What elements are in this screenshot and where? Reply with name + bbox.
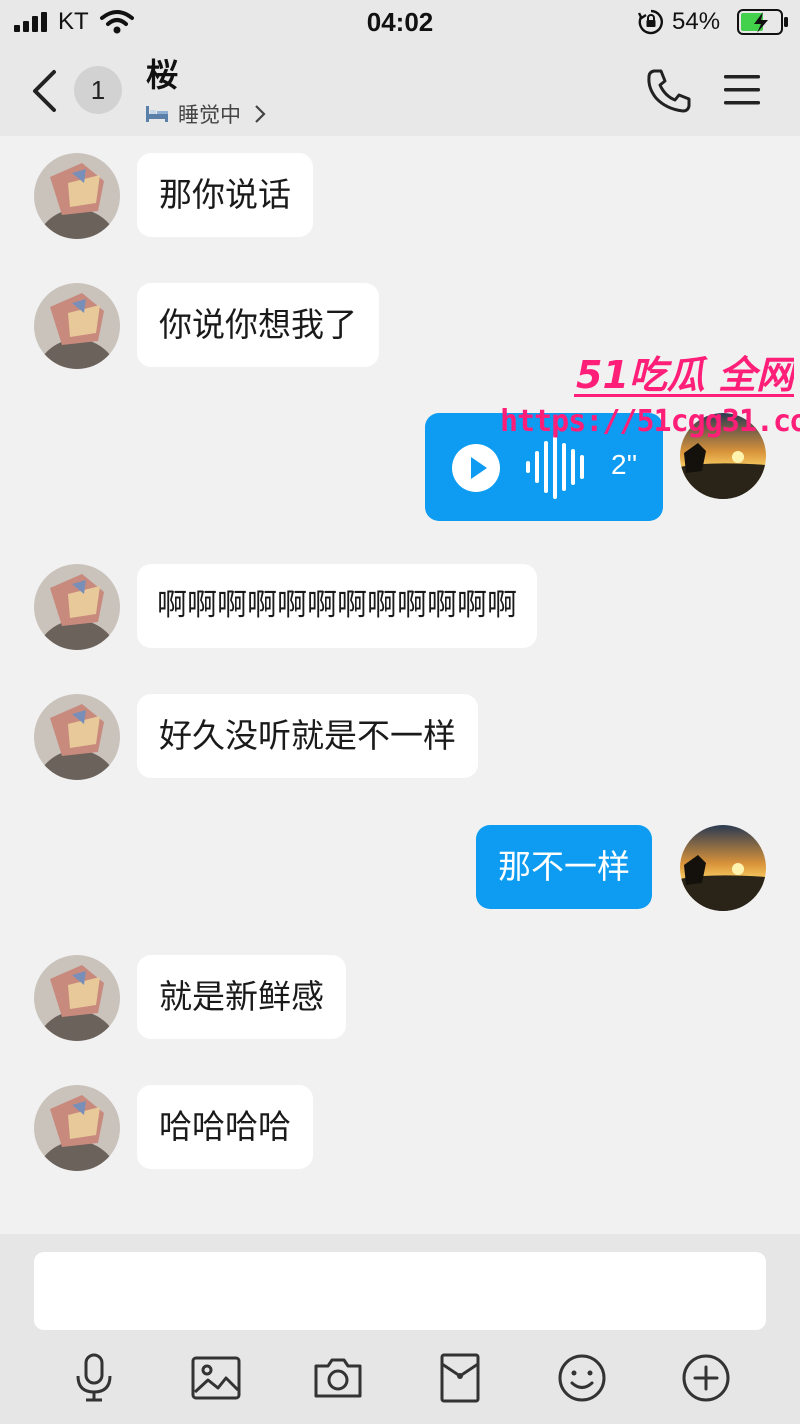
my-avatar[interactable] bbox=[680, 825, 766, 911]
message-text: 就是新鲜感 bbox=[159, 977, 324, 1016]
contact-avatar[interactable] bbox=[34, 564, 120, 650]
contact-status[interactable]: 睡觉中 bbox=[146, 100, 267, 128]
voice-duration: 2'' bbox=[611, 449, 638, 480]
message-text: 你说你想我了 bbox=[159, 305, 357, 344]
incoming-message-bubble[interactable]: 就是新鲜感 bbox=[137, 955, 346, 1039]
contact-avatar[interactable] bbox=[34, 1085, 120, 1171]
message-list[interactable]: 那你说话 你说你想我了 2'' 啊啊啊啊啊啊啊啊啊啊啊啊 好久没听就是不一样 那… bbox=[0, 136, 800, 1340]
microphone-icon[interactable] bbox=[68, 1352, 120, 1404]
incoming-message-bubble[interactable]: 好久没听就是不一样 bbox=[137, 694, 478, 778]
watermark-logo-text: 51吃瓜 全网首发 bbox=[576, 353, 794, 397]
outgoing-message-bubble[interactable]: 那不一样 bbox=[476, 825, 652, 909]
battery-percent: 54% bbox=[672, 8, 721, 35]
red-packet-icon[interactable] bbox=[434, 1352, 486, 1404]
add-icon[interactable] bbox=[680, 1352, 732, 1404]
bed-icon bbox=[146, 106, 168, 122]
contact-avatar[interactable] bbox=[34, 694, 120, 780]
incoming-message-bubble[interactable]: 那你说话 bbox=[137, 153, 313, 237]
status-bar: KT 04:02 54% bbox=[0, 0, 800, 44]
play-icon[interactable] bbox=[451, 443, 501, 493]
contact-avatar[interactable] bbox=[34, 955, 120, 1041]
orientation-lock-icon bbox=[638, 9, 663, 35]
back-chevron-icon[interactable] bbox=[26, 68, 62, 114]
incoming-message-bubble[interactable]: 啊啊啊啊啊啊啊啊啊啊啊啊 bbox=[137, 564, 537, 648]
unread-count-badge[interactable]: 1 bbox=[74, 66, 122, 114]
message-text: 好久没听就是不一样 bbox=[159, 716, 456, 755]
camera-icon[interactable] bbox=[312, 1352, 364, 1404]
battery-charging-icon bbox=[737, 9, 788, 35]
incoming-message-bubble[interactable]: 你说你想我了 bbox=[137, 283, 379, 367]
image-icon[interactable] bbox=[190, 1352, 242, 1404]
composer-bar bbox=[0, 1234, 800, 1424]
phone-icon[interactable] bbox=[646, 68, 692, 114]
waveform-icon bbox=[526, 435, 584, 499]
chat-header: 1 桜 睡觉中 bbox=[0, 44, 800, 136]
message-input[interactable] bbox=[34, 1252, 766, 1330]
status-text: 睡觉中 bbox=[178, 103, 241, 127]
contact-name[interactable]: 桜 bbox=[146, 50, 178, 96]
incoming-message-bubble[interactable]: 哈哈哈哈 bbox=[137, 1085, 313, 1169]
watermark-url: https://51cgg31.com bbox=[500, 404, 800, 439]
contact-avatar[interactable] bbox=[34, 283, 120, 369]
chevron-right-icon bbox=[255, 105, 266, 123]
message-text: 哈哈哈哈 bbox=[159, 1107, 291, 1146]
message-text: 那不一样 bbox=[498, 847, 630, 886]
emoji-icon[interactable] bbox=[556, 1352, 608, 1404]
watermark-logo: 51吃瓜 全网首发 bbox=[574, 353, 794, 397]
message-text: 那你说话 bbox=[159, 175, 291, 214]
contact-avatar[interactable] bbox=[34, 153, 120, 239]
message-text: 啊啊啊啊啊啊啊啊啊啊啊啊 bbox=[157, 588, 517, 623]
menu-icon[interactable] bbox=[722, 72, 762, 108]
